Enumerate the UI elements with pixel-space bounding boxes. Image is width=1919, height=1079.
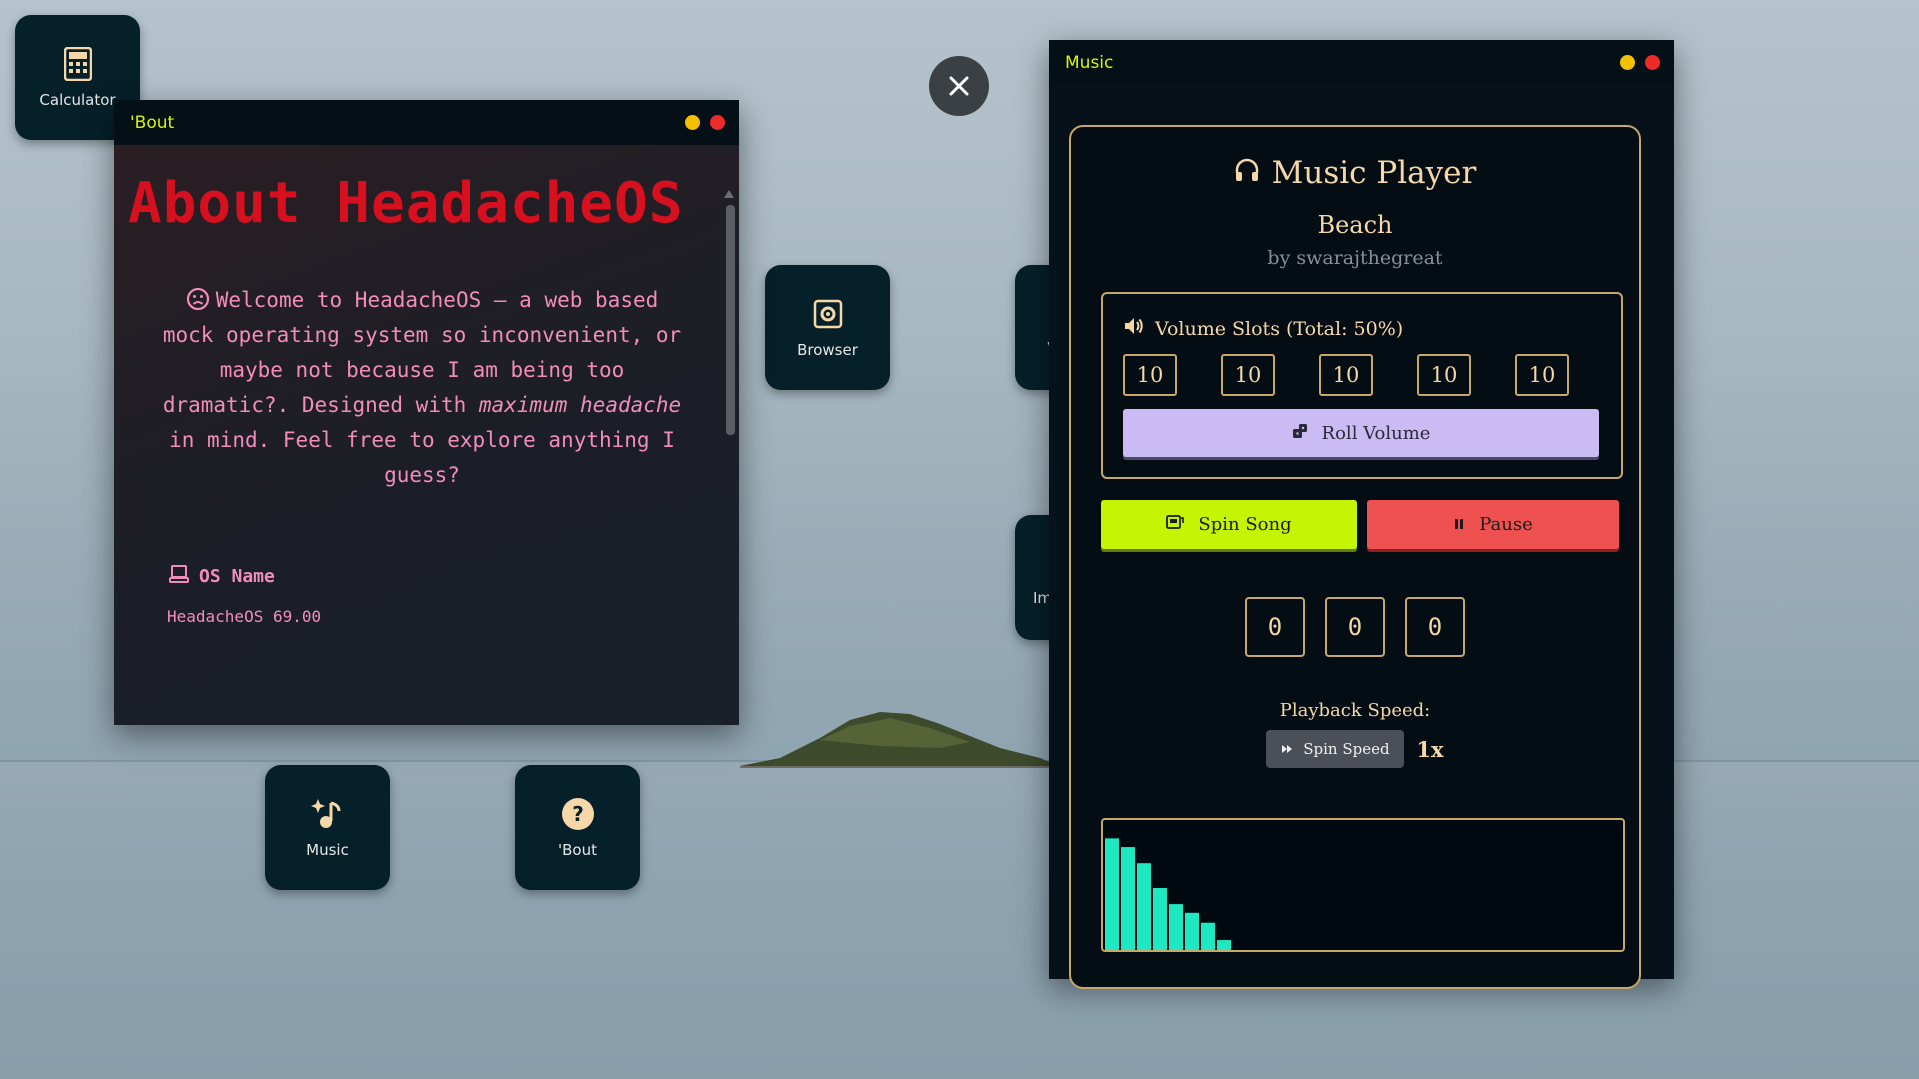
visualizer-bar — [1153, 888, 1167, 950]
playback-speed-label: Playback Speed: — [1279, 700, 1431, 721]
os-name-value: HeadacheOS 69.00 — [167, 607, 322, 626]
os-name-card: OS Name HeadacheOS 69.00 — [149, 545, 685, 655]
welcome-emphasis: maximum headache — [478, 393, 682, 417]
close-window-button[interactable] — [710, 115, 725, 130]
visualizer-bar — [1137, 863, 1151, 950]
volume-slot: 10 — [1515, 354, 1569, 396]
desktop-icon-label: 'Bout — [558, 840, 597, 859]
volume-slots-box: Volume Slots (Total: 50%) 10 10 10 10 10… — [1101, 292, 1623, 479]
scrollbar-thumb[interactable] — [726, 205, 735, 435]
volume-slot: 10 — [1221, 354, 1275, 396]
visualizer-bar — [1169, 904, 1183, 950]
gear-icon — [811, 297, 845, 331]
dice-icon — [1292, 423, 1308, 444]
visualizer-bar — [1105, 838, 1119, 950]
audio-visualizer — [1101, 818, 1625, 952]
song-artist: by swarajthegreat — [1267, 247, 1443, 269]
desktop-icon-browser[interactable]: Browser — [765, 265, 890, 390]
reel: 0 — [1325, 597, 1385, 657]
volume-slot: 10 — [1123, 354, 1177, 396]
scroll-up-arrow[interactable] — [724, 190, 734, 198]
roll-volume-button[interactable]: Roll Volume — [1123, 409, 1599, 457]
welcome-part-2: in mind. Feel free to explore anything I… — [169, 428, 675, 487]
pause-button[interactable]: Pause — [1367, 500, 1619, 549]
pause-icon — [1453, 514, 1465, 535]
visualizer-bar — [1201, 922, 1215, 950]
about-content: About HeadacheOS Welcome to HeadacheOS —… — [114, 145, 739, 725]
slot-reels: 0 0 0 — [1071, 597, 1639, 657]
island-image — [740, 712, 1060, 768]
volume-title: Volume Slots (Total: 50%) — [1123, 316, 1403, 341]
about-titlebar[interactable]: 'Bout — [114, 100, 739, 145]
volume-slot: 10 — [1319, 354, 1373, 396]
sad-face-icon — [186, 287, 210, 311]
reel: 0 — [1405, 597, 1465, 657]
os-name-label: OS Name — [169, 565, 275, 588]
music-window[interactable]: Music Music Player Beach by swarajthegre… — [1049, 40, 1674, 989]
playback-speed-row: Spin Speed 1x — [1071, 730, 1639, 768]
visualizer-bar — [1185, 912, 1199, 950]
music-player-card: Music Player Beach by swarajthegreat Vol… — [1069, 125, 1641, 989]
desktop-icon-music[interactable]: Music — [265, 765, 390, 890]
close-button[interactable] — [929, 56, 989, 116]
headphones-icon — [1234, 155, 1260, 191]
desktop-icon-label: Music — [306, 840, 349, 859]
song-title: Beach — [1317, 211, 1393, 239]
about-heading: About HeadacheOS — [128, 171, 684, 236]
close-icon — [949, 76, 969, 96]
svg-text:?: ? — [572, 802, 584, 826]
desktop-icon-label: Calculator — [39, 90, 116, 109]
speed-value: 1x — [1416, 736, 1444, 762]
minimize-button[interactable] — [1620, 55, 1635, 70]
slot-machine-icon — [1166, 514, 1185, 535]
volume-slot: 10 — [1417, 354, 1471, 396]
window-title: Music — [1065, 52, 1114, 73]
minimize-button[interactable] — [685, 115, 700, 130]
window-title: 'Bout — [130, 112, 175, 133]
speaker-icon — [1123, 316, 1145, 341]
visualizer-bar — [1217, 940, 1231, 950]
music-titlebar[interactable]: Music — [1049, 40, 1674, 85]
close-window-button[interactable] — [1645, 55, 1660, 70]
reel: 0 — [1245, 597, 1305, 657]
music-note-icon — [310, 797, 345, 831]
about-window[interactable]: 'Bout About HeadacheOS Welcome to Headac… — [114, 100, 739, 725]
calculator-icon — [61, 46, 95, 81]
volume-slots: 10 10 10 10 10 — [1123, 354, 1569, 396]
laptop-icon — [169, 565, 189, 588]
desktop-icon-bout[interactable]: ? 'Bout — [515, 765, 640, 890]
visualizer-bar — [1121, 847, 1135, 950]
spin-song-button[interactable]: Spin Song — [1101, 500, 1357, 549]
about-welcome-text: Welcome to HeadacheOS — a web based mock… — [162, 283, 682, 493]
desktop-icon-label: Browser — [797, 340, 858, 359]
question-icon: ? — [561, 797, 595, 831]
player-title: Music Player — [1071, 155, 1639, 191]
fast-forward-icon — [1281, 740, 1293, 758]
spin-speed-button[interactable]: Spin Speed — [1266, 730, 1405, 768]
